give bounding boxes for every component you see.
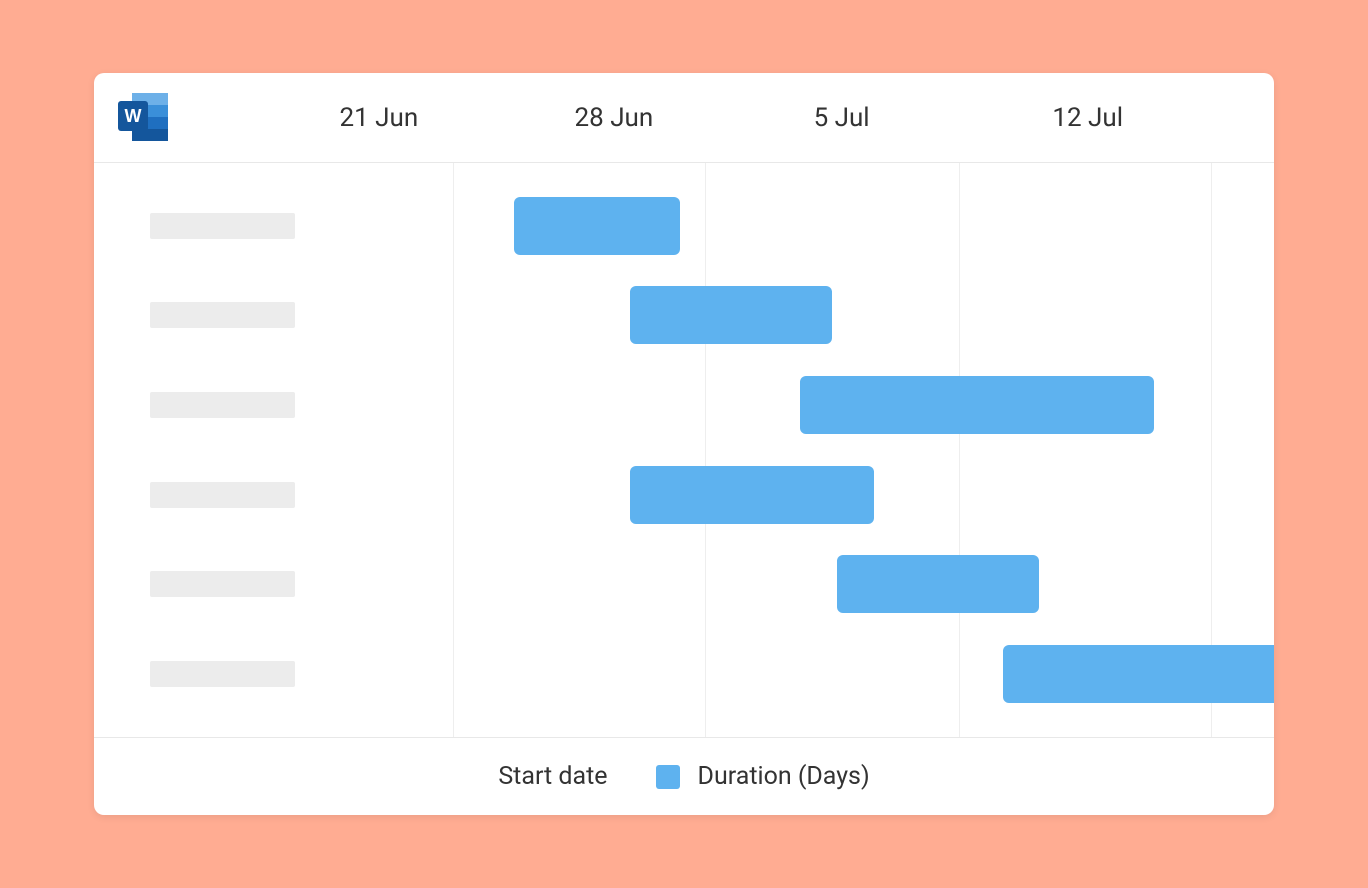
legend-label: Duration (Days) [698, 762, 870, 791]
bar-row [354, 206, 1274, 246]
task-placeholder [150, 482, 295, 508]
word-icon: W [114, 89, 172, 147]
date-label: 5 Jul [814, 103, 870, 133]
legend-label: Start date [498, 762, 607, 791]
gridline [959, 163, 960, 737]
task-placeholder [150, 571, 295, 597]
task-row [94, 654, 354, 694]
date-label: 21 Jun [339, 103, 418, 133]
task-placeholder [150, 213, 295, 239]
chart-body [94, 163, 1274, 737]
legend-start-date: Start date [498, 762, 607, 791]
gridline [453, 163, 454, 737]
gantt-bar [837, 555, 1039, 613]
bar-row [354, 295, 1274, 335]
date-label: 28 Jun [575, 103, 654, 133]
legend: Start date Duration (Days) [94, 737, 1274, 815]
task-row [94, 385, 354, 425]
gridline [705, 163, 706, 737]
bar-row [354, 564, 1274, 604]
task-row [94, 206, 354, 246]
logo-cell: W [94, 89, 354, 147]
task-placeholder [150, 392, 295, 418]
header: W 21 Jun 28 Jun 5 Jul 12 Jul [94, 73, 1274, 163]
bar-row [354, 385, 1274, 425]
task-row [94, 475, 354, 515]
chart-area [354, 163, 1274, 737]
gantt-bar [630, 286, 832, 344]
svg-text:W: W [125, 106, 142, 126]
task-row [94, 564, 354, 604]
gantt-bar [514, 197, 680, 255]
gantt-card: W 21 Jun 28 Jun 5 Jul 12 Jul [94, 73, 1274, 815]
task-placeholder [150, 661, 295, 687]
legend-duration: Duration (Days) [656, 762, 870, 791]
date-label: 12 Jul [1052, 103, 1123, 133]
task-placeholder [150, 302, 295, 328]
gantt-bar [630, 466, 874, 524]
bar-row [354, 654, 1274, 694]
legend-swatch [656, 765, 680, 789]
task-row [94, 295, 354, 335]
gantt-bar [800, 376, 1154, 434]
bar-row [354, 475, 1274, 515]
task-column [94, 163, 354, 737]
gantt-bar [1003, 645, 1274, 703]
